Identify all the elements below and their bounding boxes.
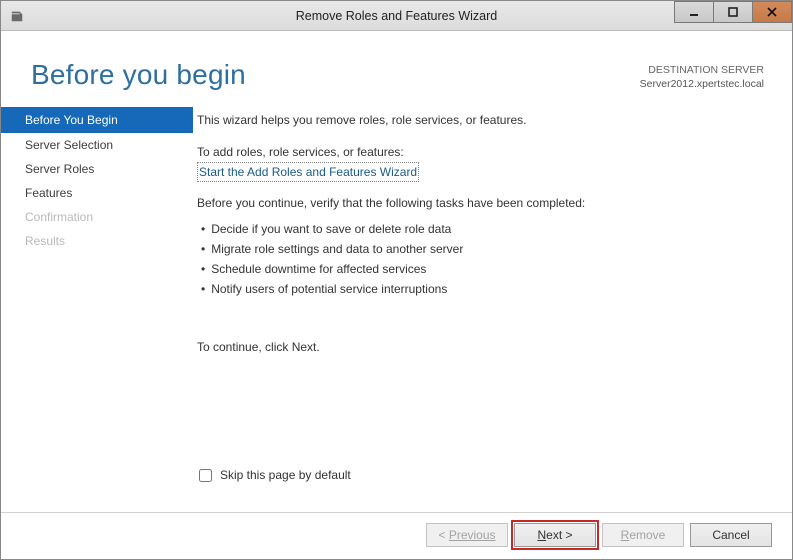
app-icon xyxy=(9,8,25,24)
next-button[interactable]: Next > xyxy=(514,523,596,547)
skip-page-row[interactable]: Skip this page by default xyxy=(197,466,764,484)
destination-server-block: DESTINATION SERVER Server2012.xpertstec.… xyxy=(640,59,764,91)
task-item: Notify users of potential service interr… xyxy=(201,280,764,298)
add-roles-link[interactable]: Start the Add Roles and Features Wizard xyxy=(197,162,419,182)
task-item: Migrate role settings and data to anothe… xyxy=(201,240,764,258)
continue-text: To continue, click Next. xyxy=(197,338,764,356)
intro-text: This wizard helps you remove roles, role… xyxy=(197,111,764,129)
cancel-button[interactable]: Cancel xyxy=(690,523,772,547)
verify-text: Before you continue, verify that the fol… xyxy=(197,194,764,212)
close-button[interactable] xyxy=(752,1,792,23)
wizard-sidebar: Before You Begin Server Selection Server… xyxy=(1,101,193,512)
page-title: Before you begin xyxy=(31,59,640,91)
sidebar-item-server-roles[interactable]: Server Roles xyxy=(1,157,193,181)
minimize-button[interactable] xyxy=(674,1,714,23)
sidebar-item-features[interactable]: Features xyxy=(1,181,193,205)
previous-button: < Previous xyxy=(426,523,508,547)
wizard-content: This wizard helps you remove roles, role… xyxy=(193,101,792,512)
skip-page-checkbox[interactable] xyxy=(199,469,212,482)
sidebar-item-before-you-begin[interactable]: Before You Begin xyxy=(1,107,193,133)
task-item: Decide if you want to save or delete rol… xyxy=(201,220,764,238)
sidebar-item-results: Results xyxy=(1,229,193,253)
task-item: Schedule downtime for affected services xyxy=(201,260,764,278)
sidebar-item-confirmation: Confirmation xyxy=(1,205,193,229)
remove-button: Remove xyxy=(602,523,684,547)
sidebar-item-server-selection[interactable]: Server Selection xyxy=(1,133,193,157)
task-list: Decide if you want to save or delete rol… xyxy=(197,220,764,298)
title-bar: Remove Roles and Features Wizard xyxy=(1,1,792,31)
add-roles-label: To add roles, role services, or features… xyxy=(197,143,764,161)
skip-page-label: Skip this page by default xyxy=(220,466,351,484)
maximize-button[interactable] xyxy=(713,1,753,23)
destination-name: Server2012.xpertstec.local xyxy=(640,77,764,91)
destination-label: DESTINATION SERVER xyxy=(640,63,764,77)
wizard-footer: < Previous Next > Remove Cancel xyxy=(1,512,792,559)
